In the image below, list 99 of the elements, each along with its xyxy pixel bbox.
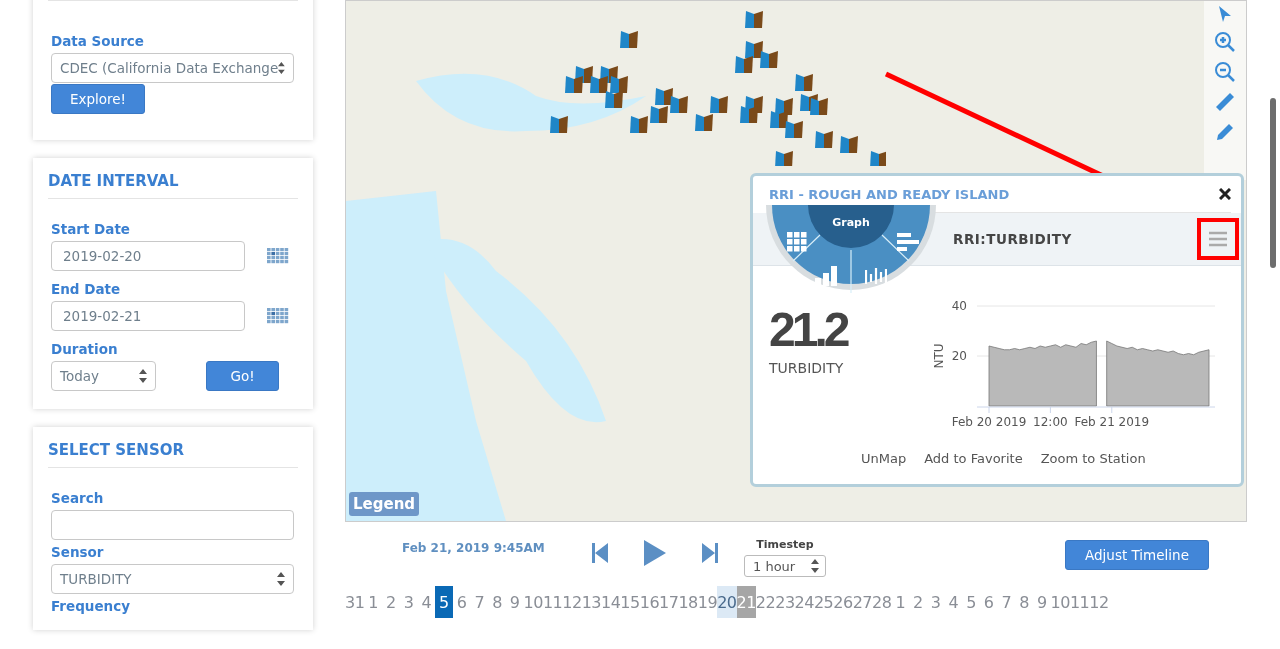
sensor-title: RRI:TURBIDITY [953,231,1072,247]
timeline-day[interactable]: 21 [736,586,756,618]
popup-link[interactable]: Add to Favorite [924,451,1023,466]
sensor-select[interactable]: TURBIDITY [51,564,294,594]
timeline-day[interactable]: 9 [1032,586,1051,618]
timeline-day[interactable]: 12 [562,586,582,618]
reading-label: TURBIDITY [769,360,845,376]
reading-value: 21.2 [769,306,848,354]
horizontal-bars-icon[interactable] [897,233,919,251]
duration-select[interactable]: Today [51,361,156,391]
timeline-day[interactable]: 10 [523,586,543,618]
wheel-label[interactable]: Graph [832,216,870,229]
timeline-day[interactable]: 7 [470,586,489,618]
calendar-icon[interactable] [267,248,289,264]
timeline-day[interactable]: 27 [852,586,872,618]
zoom-in-icon[interactable] [1214,31,1236,53]
x-tick-label: Feb 20 2019 [951,415,1027,426]
timeline-day[interactable]: 22 [755,586,776,618]
adjust-timeline-button[interactable]: Adjust Timeline [1065,540,1209,570]
close-icon[interactable] [1219,188,1231,200]
y-tick-label: 40 [951,299,967,313]
timeline-day[interactable]: 10 [1050,586,1070,618]
timeline-day[interactable]: 5 [435,586,453,618]
timeline-day[interactable]: 24 [794,586,814,618]
timeline-day[interactable]: 16 [639,586,660,618]
timeline-day[interactable]: 2 [909,586,927,618]
timeline-day[interactable]: 20 [717,586,737,618]
popup-link[interactable]: UnMap [861,451,907,466]
data-source-select[interactable]: CDEC (California Data Exchange [51,53,294,83]
skip-forward-icon[interactable] [702,543,718,563]
y-axis-title: NTU [932,343,946,369]
x-tick-label: 12:00 [1033,415,1068,426]
field-label: Search [51,490,105,506]
timeline-day[interactable]: 4 [944,586,963,618]
start-date-field[interactable]: 2019-02-20 [51,241,245,271]
menu-icon[interactable] [1197,218,1239,260]
timeline-day[interactable]: 19 [697,586,718,618]
timeline-day[interactable]: 18 [678,586,698,618]
waveform-icon[interactable] [865,266,887,286]
timeline-day[interactable]: 7 [997,586,1016,618]
popup-link[interactable]: Zoom to Station [1040,451,1146,466]
skip-back-icon[interactable] [592,543,608,563]
search-field[interactable] [51,510,294,540]
current-time: Feb 21, 2019 9:45AM [402,541,546,555]
zoom-out-icon[interactable] [1214,61,1236,83]
timeline-day[interactable]: 8 [1015,586,1033,618]
map-view[interactable]: RRI - ROUGH AND READY ISLAND Graph RRI:TURBIDITY 21.2 TURBIDITY 20 40 NTU Feb 20 2019 12:00 Feb 21 2019 UnMap Add to Favorite Zoom to Station Legend [345,0,1247,522]
section-title: SELECT SENSOR [48,427,298,468]
select-arrows-icon [139,369,147,383]
bar-chart-icon[interactable] [815,266,837,286]
timeline-day[interactable]: 5 [962,586,980,618]
go-button[interactable]: Go! [206,361,279,391]
timeline-day[interactable]: 17 [659,586,679,618]
timeline-day[interactable]: 13 [581,586,601,618]
timeline-day[interactable]: 26 [833,586,853,618]
explore-button[interactable]: Explore! [51,84,145,114]
timeline-day[interactable]: 14 [601,586,621,618]
grid-view-icon[interactable] [787,232,807,252]
x-tick-label: Feb 21 2019 [1074,415,1150,426]
timeline-day[interactable]: 28 [872,586,892,618]
timestep-label: Timestep [756,538,814,551]
timeline-day[interactable]: 15 [620,586,640,618]
legend-button[interactable]: Legend [349,492,420,516]
timeline-day[interactable]: 23 [775,586,795,618]
calendar-icon[interactable] [267,308,289,324]
timeline-day[interactable]: 6 [452,586,471,618]
end-date-field[interactable]: 2019-02-21 [51,301,245,331]
timeline-day[interactable]: 31 [345,586,365,618]
timeline-day[interactable]: 1 [891,586,910,618]
scrollbar-thumb[interactable] [1270,98,1276,268]
field-label: Sensor [51,544,105,560]
timeline-day[interactable]: 25 [813,586,834,618]
field-label: Data Source [51,33,145,49]
select-arrows-icon [277,572,285,586]
field-label: End Date [51,281,122,297]
timeline-day[interactable]: 3 [926,586,945,618]
pencil-icon[interactable] [1214,121,1236,143]
ruler-icon[interactable] [1214,91,1236,113]
timeline-day[interactable]: 9 [505,586,524,618]
field-label: Start Date [51,221,132,237]
timeline-day[interactable]: 2 [382,586,400,618]
timeline-day[interactable]: 4 [417,586,436,618]
section-title: DATE INTERVAL [48,158,298,199]
timeline-day[interactable]: 3 [399,586,418,618]
timeline-day[interactable]: 8 [488,586,506,618]
timeline-day[interactable]: 1 [364,586,383,618]
popup-title: RRI - ROUGH AND READY ISLAND [769,186,1010,202]
field-label: Frequency [51,598,132,614]
timeline-day[interactable]: 6 [979,586,998,618]
timeline-day[interactable]: 11 [542,586,563,618]
pointer-icon[interactable] [1218,5,1232,23]
select-arrows-icon [278,61,285,75]
timeline-day[interactable]: 11 [1069,586,1090,618]
field-label: Duration [51,341,119,357]
timestep-select[interactable]: 1 hour [744,555,826,577]
y-tick-label: 20 [951,349,967,363]
timeline-day[interactable]: 12 [1089,586,1109,618]
play-icon[interactable] [644,540,666,566]
select-arrows-icon [811,559,819,573]
